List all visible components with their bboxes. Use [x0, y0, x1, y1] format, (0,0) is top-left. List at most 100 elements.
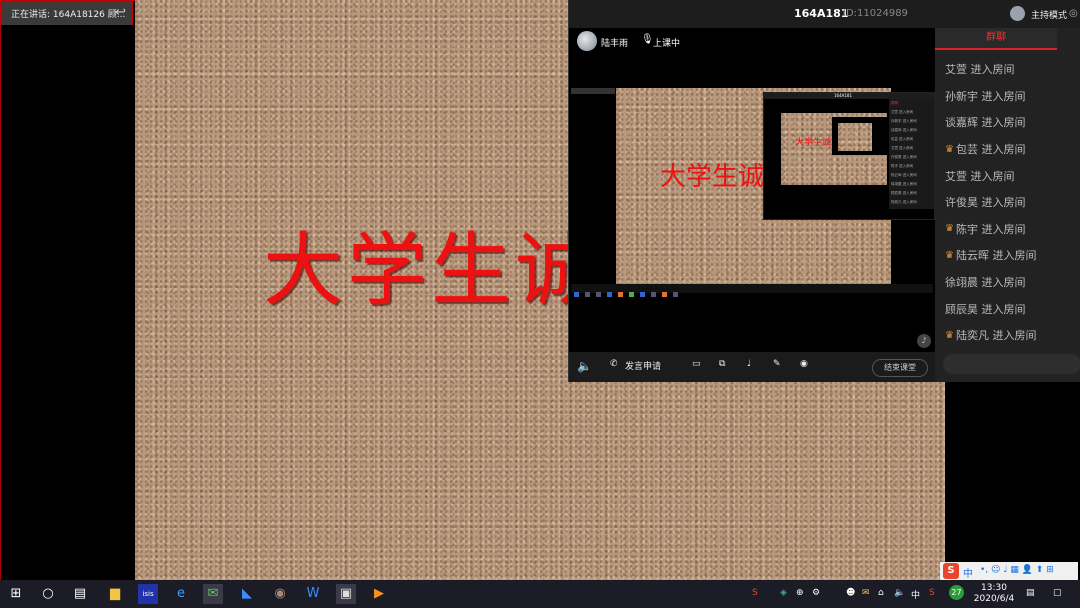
ime-tools-icon[interactable]: •, ☺ ♩ ▦ 👤 ⬆ ⊞ [980, 565, 1054, 575]
tray-app-icon[interactable]: ◈ [780, 588, 787, 598]
chat-message-text: 谈嘉辉 进入房间 [945, 116, 1026, 130]
speak-request-button[interactable]: 发言申请 [625, 359, 661, 372]
classroom-app-icon[interactable]: ▣ [336, 584, 356, 604]
classroom-window: 164A181 ID:11024989 主持模式 ◎ 陆丰雨 🎙 上课中 大学生… [568, 0, 1080, 382]
mirror-chat-header: 群聊 [891, 101, 898, 105]
mirror-chat-row: 陈宇 进入房间 [891, 164, 914, 168]
media-player-icon[interactable]: ▶ [369, 584, 389, 604]
mode-label[interactable]: 主持模式 [1031, 8, 1067, 21]
tray-steam-icon[interactable]: ⚙ [812, 588, 820, 598]
mirror-chat-row: 顾辰昊 进入房间 [891, 191, 917, 195]
mirror-chat-row: 徐翊晨 进入房间 [891, 182, 917, 186]
chat-panel: 群聊 艾萱 进入房间 孙新宇 进入房间 谈嘉辉 进入房间 ♛ 包芸 进入房间 艾萱 进入房… [935, 28, 1080, 382]
chat-message-text: 陆云晖 进入房间 [955, 249, 1037, 263]
sogou-icon[interactable]: S [943, 563, 959, 579]
windows-taskbar: ⊞ ○ ▤ ▆ isis e ✉ ◣ ◉ W ▣ ▶ S ◈ ⊕ ⚙ ☻ ✉ ⌂… [0, 580, 1080, 608]
room-name: 164A181 [794, 7, 849, 20]
ime-language[interactable]: 中 [963, 565, 973, 580]
mirror-classroom-window: 164A181 大学生诚 群聊 艾萱 进入房间 孙新宇 进入房间 谈嘉辉 进入房间包… [763, 92, 935, 220]
tray-network-app-icon[interactable]: ⊕ [796, 588, 804, 598]
user-avatar[interactable] [1010, 6, 1025, 21]
camera-icon[interactable]: ▭ [692, 359, 701, 369]
mirror-chat-row: 陆云晖 进入房间 [891, 173, 917, 177]
mirror-speaker-bar [571, 88, 615, 94]
tray-volume-icon[interactable]: 🔈 [894, 588, 905, 598]
chat-message-text: 艾萱 进入房间 [945, 63, 1015, 77]
chat-message: 艾萱 进入房间 [945, 56, 1079, 83]
video-area: 陆丰雨 🎙 上课中 大学生诚 164A181 大学生诚 群聊 艾萱 进入房间 孙新… [569, 28, 935, 352]
teacher-avatar [577, 31, 597, 51]
tray-qq-icon[interactable]: ☻ [846, 588, 855, 598]
speaker-icon[interactable]: 🔈 [577, 359, 592, 373]
dingtalk-icon[interactable]: ◣ [237, 584, 257, 604]
chat-message-text: 徐翊晨 进入房间 [945, 276, 1026, 290]
mirror-chat-row: 谈嘉辉 进入房间 [891, 128, 917, 132]
chat-message: ♛ 包芸 进入房间 [945, 136, 1079, 163]
chat-message-text: 艾萱 进入房间 [945, 169, 1015, 183]
chat-input[interactable] [943, 354, 1080, 374]
back-icon[interactable]: ↩ [115, 5, 126, 20]
tray-ime-icon[interactable]: S [929, 588, 935, 598]
chat-message: ♛ 陆云晖 进入房间 [945, 242, 1079, 269]
microphone-icon[interactable]: ♩ [747, 359, 751, 369]
isis-app-icon[interactable]: isis [138, 584, 158, 604]
mirror-slide-text: 大学生诚 [660, 162, 765, 192]
member-badge-icon: ♛ [945, 249, 954, 261]
tray-network-icon[interactable]: ⌂ [878, 588, 884, 598]
notification-icon[interactable]: ▤ [1026, 588, 1035, 598]
mirror-chat-row: 艾萱 进入房间 [891, 110, 914, 114]
chat-message: 徐翊晨 进入房间 [945, 269, 1079, 296]
window-border [0, 25, 1, 580]
screen-share-preview: 大学生诚 164A181 大学生诚 群聊 艾萱 进入房间 孙新宇 进入房间 谈嘉辉 … [571, 88, 935, 297]
mic-icon: 🎙 [641, 34, 654, 45]
chat-message: 许俊昊 进入房间 [945, 189, 1079, 216]
chat-message: ♛ 陆奕凡 进入房间 [945, 322, 1079, 349]
tray-sogou-icon[interactable]: S [752, 588, 758, 598]
member-badge-icon: ♛ [945, 143, 954, 155]
phone-icon[interactable]: ✆ [610, 359, 618, 369]
clock-date: 2020/6/4 [973, 594, 1015, 604]
taskbar-clock[interactable]: 13:30 2020/6/4 [972, 583, 1016, 605]
tab-group-chat[interactable]: 群聊 [935, 28, 1057, 50]
file-explorer-icon[interactable]: ▆ [105, 584, 125, 604]
chat-message-text: 许俊昊 进入房间 [945, 196, 1026, 210]
wps-icon[interactable]: W [303, 584, 323, 604]
mirror-nested-window [832, 117, 887, 155]
tray-badge-count[interactable]: 27 [949, 585, 964, 600]
record-icon[interactable]: ◉ [800, 359, 808, 369]
edit-icon[interactable]: ✎ [773, 359, 781, 369]
mirror-chat-panel: 群聊 艾萱 进入房间 孙新宇 进入房间 谈嘉辉 进入房间 包芸 进入房间 艾萱 进入房间… [889, 99, 934, 209]
chat-message-text: 陈宇 进入房间 [955, 222, 1026, 236]
tray-language[interactable]: 中 [911, 588, 920, 601]
mirror-chat-row: 陆奕凡 进入房间 [891, 200, 917, 204]
member-badge-icon: ♛ [945, 223, 954, 235]
photo-app-icon[interactable]: ◉ [270, 584, 290, 604]
action-center-icon[interactable]: ▢ [1053, 588, 1062, 598]
ime-toolbar[interactable]: S 中 •, ☺ ♩ ▦ 👤 ⬆ ⊞ [940, 562, 1078, 580]
settings-icon[interactable]: ◎ [1069, 8, 1078, 19]
audio-indicator-icon[interactable]: ♪ [917, 334, 931, 348]
speaker-status-bar: 正在讲话: 164A18126 顾... ↩ [0, 0, 133, 25]
chat-message: 孙新宇 进入房间 [945, 83, 1079, 110]
mirror-taskbar [571, 284, 933, 297]
chat-message-text: 孙新宇 进入房间 [945, 89, 1026, 103]
chat-message-text: 顾辰昊 进入房间 [945, 302, 1026, 316]
classroom-titlebar: 164A181 ID:11024989 主持模式 ◎ [569, 0, 1080, 28]
edge-icon[interactable]: e [171, 584, 191, 604]
room-id: ID:11024989 [843, 8, 908, 19]
chat-message-text: 陆奕凡 进入房间 [955, 329, 1037, 343]
chat-message-text: 包芸 进入房间 [955, 143, 1026, 157]
windows-start-icon[interactable]: ⊞ [6, 584, 26, 604]
mirror-chat-row: 包芸 进入房间 [891, 137, 914, 141]
mirror-nested-slide [838, 123, 872, 151]
task-view-icon[interactable]: ▤ [70, 584, 90, 604]
tray-wechat-icon[interactable]: ✉ [862, 588, 870, 598]
mirror-inner-text: 大学生诚 [795, 138, 832, 148]
search-icon[interactable]: ○ [38, 584, 58, 604]
end-class-button[interactable]: 结束课堂 [872, 359, 928, 377]
mirror-chat-row: 艾萱 进入房间 [891, 146, 914, 150]
classroom-controls: 🔈 ✆ 发言申请 ▭ ⧉ ♩ ✎ ◉ 结束课堂 [569, 352, 935, 382]
chat-message-list: 艾萱 进入房间 孙新宇 进入房间 谈嘉辉 进入房间 ♛ 包芸 进入房间 艾萱 进入房间 许俊… [945, 56, 1079, 349]
wechat-icon[interactable]: ✉ [203, 584, 223, 604]
screen-share-icon[interactable]: ⧉ [719, 359, 725, 369]
